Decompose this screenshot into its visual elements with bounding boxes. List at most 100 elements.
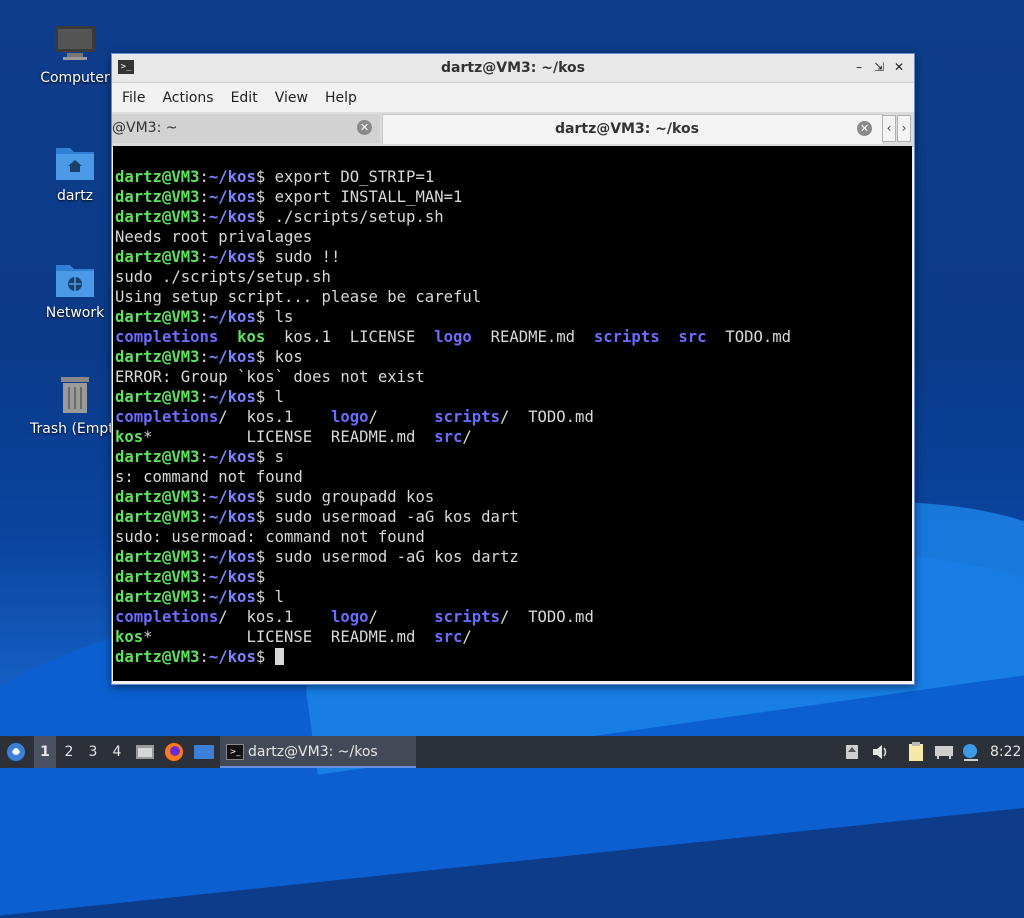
window-titlebar[interactable]: >_ dartz@VM3: ~/kos – ⇲ ✕ — [112, 54, 914, 83]
network-tray-icon[interactable] — [932, 736, 956, 768]
prompt-sep: : — [199, 568, 209, 586]
ls-directory: logo — [330, 608, 369, 626]
update-icon[interactable] — [844, 736, 860, 768]
prompt-user: dartz@VM3 — [115, 448, 200, 466]
terminal-line: s: command not found — [113, 467, 912, 487]
ls-directory: src — [434, 428, 463, 446]
volume-icon[interactable] — [870, 736, 890, 768]
desktop-icon-trash[interactable]: Trash (Empty) — [30, 373, 128, 437]
prompt-symbol: $ — [255, 208, 275, 226]
terminal-line: dartz@VM3:~/kos$ sudo groupadd kos — [113, 487, 912, 507]
home-folder-icon — [53, 140, 97, 184]
ls-directory: src — [678, 328, 707, 346]
prompt-path: ~/kos — [208, 248, 256, 266]
terminal-line: dartz@VM3:~/kos$ — [113, 567, 912, 587]
ls-directory: completions — [115, 408, 219, 426]
prompt-sep: : — [199, 168, 209, 186]
prompt-sep: : — [199, 508, 209, 526]
tab-scroll-left-icon[interactable]: ‹ — [882, 115, 896, 142]
close-icon[interactable]: ✕ — [891, 59, 907, 75]
workspace-2[interactable]: 2 — [58, 736, 80, 768]
prompt-sep: : — [199, 308, 209, 326]
terminal-line: dartz@VM3:~/kos$ export INSTALL_MAN=1 — [113, 187, 912, 207]
prompt-sep: : — [199, 588, 209, 606]
ls-file: / — [368, 408, 435, 426]
maximize-icon[interactable]: ⇲ — [871, 59, 887, 75]
clock[interactable]: 8:22 — [990, 736, 1021, 768]
ls-executable: kos — [237, 328, 266, 346]
prompt-path: ~/kos — [208, 648, 256, 666]
terminal-line: dartz@VM3:~/kos$ sudo !! — [113, 247, 912, 267]
desktop-icon-computer[interactable]: Computer — [30, 22, 120, 86]
tab-close-icon[interactable]: ✕ — [357, 120, 372, 135]
show-desktop-icon[interactable] — [192, 736, 216, 768]
prompt-path: ~/kos — [208, 168, 256, 186]
clipboard-icon[interactable] — [906, 736, 926, 768]
terminal-line: kos* LICENSE README.md src/ — [113, 427, 912, 447]
desktop-icon-label: dartz — [56, 188, 94, 204]
terminal-line: dartz@VM3:~/kos$ ./scripts/setup.sh — [113, 207, 912, 227]
prompt-symbol: $ — [255, 548, 275, 566]
prompt-sep: : — [199, 448, 209, 466]
ls-file: / — [462, 428, 472, 446]
menu-actions[interactable]: Actions — [156, 90, 224, 106]
prompt-path: ~/kos — [208, 488, 256, 506]
app-menu-icon[interactable] — [4, 736, 28, 768]
terminal-app-icon: >_ — [226, 744, 244, 760]
terminal-line: dartz@VM3:~/kos$ l — [113, 587, 912, 607]
menu-view[interactable]: View — [269, 90, 319, 106]
workspace-3[interactable]: 3 — [82, 736, 104, 768]
desktop-icon-home[interactable]: dartz — [30, 140, 120, 204]
prompt-user: dartz@VM3 — [115, 508, 200, 526]
tab-label: dartz@VM3: ~/kos — [555, 121, 699, 137]
terminal-line: dartz@VM3:~/kos$ sudo usermoad -aG kos d… — [113, 507, 912, 527]
prompt-path: ~/kos — [208, 588, 256, 606]
prompt-path: ~/kos — [208, 388, 256, 406]
tab-kos[interactable]: dartz@VM3: ~/kos ✕ — [382, 114, 884, 144]
minimize-icon[interactable]: – — [851, 59, 867, 75]
prompt-path: ~/kos — [208, 548, 256, 566]
task-label: dartz@VM3: ~/kos — [248, 744, 378, 760]
prompt-symbol: $ — [255, 168, 275, 186]
firefox-icon[interactable] — [162, 736, 186, 768]
taskbar-task-terminal[interactable]: >_ dartz@VM3: ~/kos — [220, 736, 416, 768]
workspace-1[interactable]: 1 — [34, 736, 56, 768]
ls-file: TODO.md — [706, 328, 792, 346]
terminal-line: Using setup script... please be careful — [113, 287, 912, 307]
prompt-sep: : — [199, 348, 209, 366]
prompt-sep: : — [199, 548, 209, 566]
notification-icon[interactable] — [960, 736, 982, 768]
file-manager-icon[interactable] — [134, 736, 156, 768]
tab-home[interactable]: @VM3: ~ ✕ — [112, 114, 380, 143]
terminal-line: completions/ kos.1 logo/ scripts/ TODO.m… — [113, 407, 912, 427]
ls-file: / — [368, 608, 435, 626]
command-text: ./scripts/setup.sh — [274, 208, 444, 226]
prompt-user: dartz@VM3 — [115, 648, 200, 666]
tab-label: @VM3: ~ — [112, 120, 178, 136]
prompt-user: dartz@VM3 — [115, 488, 200, 506]
prompt-user: dartz@VM3 — [115, 568, 200, 586]
menu-help[interactable]: Help — [319, 90, 368, 106]
tab-scroll-right-icon[interactable]: › — [897, 115, 911, 142]
prompt-path: ~/kos — [208, 208, 256, 226]
terminal-line: sudo ./scripts/setup.sh — [113, 267, 912, 287]
menu-file[interactable]: File — [116, 90, 156, 106]
terminal-line: dartz@VM3:~/kos$ sudo usermod -aG kos da… — [113, 547, 912, 567]
command-text: l — [274, 588, 285, 606]
terminal-output[interactable]: dartz@VM3:~/kos$ export DO_STRIP=1 dartz@… — [113, 146, 912, 681]
desktop-icon-label: Trash (Empty) — [30, 421, 128, 437]
desktop-icon-network[interactable]: Network — [30, 257, 120, 321]
ls-file — [660, 328, 679, 346]
ls-directory: completions — [115, 608, 219, 626]
ls-executable: kos — [115, 428, 144, 446]
prompt-path: ~/kos — [208, 448, 256, 466]
prompt-path: ~/kos — [208, 308, 256, 326]
tab-close-icon[interactable]: ✕ — [857, 121, 872, 136]
workspace-4[interactable]: 4 — [106, 736, 128, 768]
prompt-sep: : — [199, 188, 209, 206]
ls-file: / TODO.md — [499, 608, 594, 626]
ls-file: kos.1 LICENSE — [265, 328, 435, 346]
ls-directory: scripts — [434, 408, 500, 426]
menu-edit[interactable]: Edit — [225, 90, 269, 106]
ls-file: * LICENSE README.md — [143, 628, 435, 646]
